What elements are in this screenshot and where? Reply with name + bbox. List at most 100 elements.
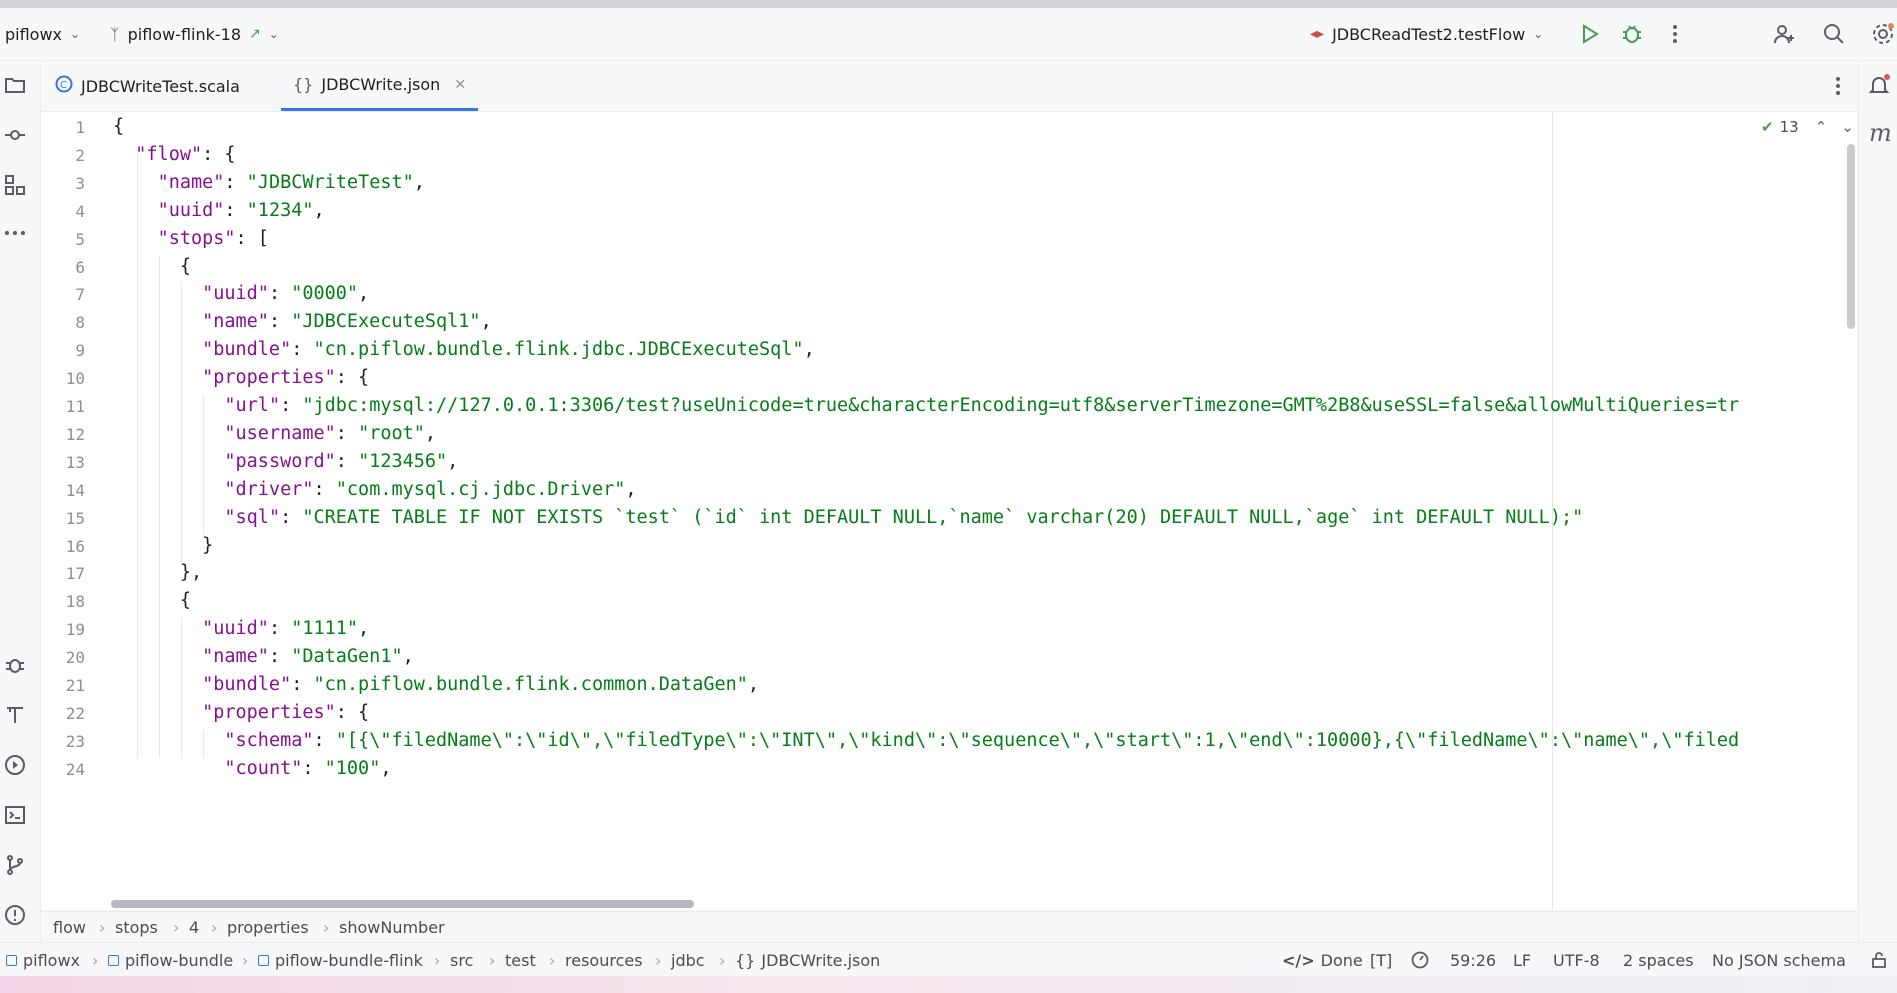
- code-line[interactable]: "properties": {: [113, 702, 369, 723]
- indent-guide: [159, 255, 160, 758]
- path-label: jdbc: [671, 950, 705, 970]
- code-line[interactable]: "flow": {: [113, 144, 235, 165]
- module-icon: [6, 954, 17, 966]
- path-item[interactable]: src: [450, 943, 473, 977]
- code-line[interactable]: "url": "jdbc:mysql://127.0.0.1:3306/test…: [113, 395, 1739, 416]
- inspection-widget[interactable]: ✔ 13 ⌃ ⌄: [1761, 118, 1854, 136]
- horizontal-scrollbar[interactable]: [111, 900, 694, 908]
- arrow-up-right-icon: ↗: [249, 26, 261, 42]
- close-icon[interactable]: ✕: [454, 77, 466, 93]
- code-line[interactable]: "name": "JDBCExecuteSql1",: [113, 311, 492, 332]
- code-line[interactable]: }: [113, 535, 213, 556]
- line-separator[interactable]: LF: [1513, 943, 1531, 977]
- branch-selector[interactable]: ᛉ piflow-flink-18 ↗ ⌄: [110, 8, 279, 60]
- code-line[interactable]: {: [113, 256, 191, 277]
- power-save-icon[interactable]: [1410, 943, 1430, 977]
- line-number: 15: [65, 508, 85, 528]
- line-number: 9: [75, 341, 85, 361]
- folder-icon[interactable]: [3, 73, 27, 97]
- main-toolbar: piflowx ⌄ ᛉ piflow-flink-18 ↗ ⌄ ◂▸ JDBCR…: [0, 8, 1897, 61]
- path-item[interactable]: test: [505, 943, 536, 977]
- json-schema-selector[interactable]: No JSON schema: [1712, 943, 1846, 977]
- module-icon: [258, 954, 269, 966]
- indent-guide: [137, 143, 138, 758]
- code-line[interactable]: "properties": {: [113, 367, 369, 388]
- run-icon[interactable]: [1578, 22, 1602, 46]
- code-line[interactable]: "schema": "[{\"filedName\":\"id\",\"file…: [113, 730, 1739, 751]
- line-number: 7: [75, 285, 85, 305]
- path-item[interactable]: piflow-bundle-flink: [258, 943, 423, 977]
- chevron-down-icon[interactable]: ⌄: [1841, 118, 1854, 136]
- vertical-scrollbar[interactable]: [1847, 144, 1855, 329]
- ai-status[interactable]: </> Done: [1282, 943, 1363, 977]
- breadcrumb-separator: ›: [173, 917, 180, 937]
- notifications-bell-icon[interactable]: [1867, 73, 1891, 97]
- structure-icon[interactable]: [3, 173, 27, 197]
- run-config-selector[interactable]: ◂▸ JDBCReadTest2.testFlow ⌄: [1310, 8, 1543, 60]
- line-number: 6: [75, 257, 85, 277]
- add-user-icon[interactable]: [1772, 22, 1796, 46]
- status-bar: piflowx › piflow-bundle › piflow-bundle-flin…: [0, 942, 1897, 977]
- code-line[interactable]: {: [113, 116, 124, 137]
- tab-jdbcwritetest-scala[interactable]: C JDBCWriteTest.scala: [55, 61, 240, 111]
- code-line[interactable]: "uuid": "1234",: [113, 200, 325, 221]
- problems-icon[interactable]: [3, 903, 27, 927]
- line-number: 20: [65, 648, 85, 668]
- test-config-icon: ◂▸: [1310, 26, 1325, 42]
- breadcrumb-item[interactable]: 4: [189, 912, 199, 942]
- search-icon[interactable]: [1822, 22, 1846, 46]
- tab-jdbcwrite-json[interactable]: {} JDBCWrite.json ✕: [281, 61, 479, 111]
- path-item[interactable]: jdbc: [671, 943, 705, 977]
- breadcrumb-item[interactable]: flow: [53, 912, 86, 942]
- build-hammer-icon[interactable]: [3, 703, 27, 727]
- code-line[interactable]: {: [113, 590, 191, 611]
- json-breadcrumbs: flow › stops › 4 › properties › showNumb…: [41, 911, 1857, 942]
- chevron-up-icon[interactable]: ⌃: [1815, 118, 1828, 136]
- more-vertical-icon[interactable]: [1663, 22, 1687, 46]
- path-label: resources: [565, 950, 643, 970]
- path-item[interactable]: resources: [565, 943, 643, 977]
- caret-position[interactable]: 59:26: [1450, 943, 1496, 977]
- left-tool-bar: [0, 61, 41, 941]
- commit-icon[interactable]: [3, 123, 27, 147]
- branch-name: piflow-flink-18: [127, 24, 241, 44]
- code-line[interactable]: "username": "root",: [113, 423, 436, 444]
- file-encoding[interactable]: UTF-8: [1553, 943, 1600, 977]
- git-icon[interactable]: [3, 853, 27, 877]
- code-line[interactable]: "sql": "CREATE TABLE IF NOT EXISTS `test…: [113, 507, 1583, 528]
- more-horizontal-icon[interactable]: [3, 221, 27, 245]
- code-line[interactable]: "bundle": "cn.piflow.bundle.flink.jdbc.J…: [113, 339, 815, 360]
- debug-icon[interactable]: [1620, 22, 1644, 46]
- settings-gear-icon[interactable]: [1871, 22, 1895, 46]
- path-item[interactable]: piflow-bundle: [108, 943, 233, 977]
- problems-count: 13: [1779, 118, 1799, 136]
- breadcrumb-item[interactable]: stops: [115, 912, 158, 942]
- path-label: piflow-bundle: [125, 950, 234, 970]
- maven-m-icon[interactable]: m: [1869, 119, 1893, 147]
- tab-options-icon[interactable]: [1826, 74, 1850, 102]
- t-indicator[interactable]: [T]: [1370, 943, 1392, 977]
- code-line[interactable]: "uuid": "0000",: [113, 283, 369, 304]
- path-label: JDBCWrite.json: [761, 950, 881, 970]
- code-line[interactable]: },: [113, 562, 202, 583]
- code-line[interactable]: "name": "JDBCWriteTest",: [113, 172, 425, 193]
- unlock-icon[interactable]: [1870, 943, 1888, 977]
- code-line[interactable]: "bundle": "cn.piflow.bundle.flink.common…: [113, 674, 759, 695]
- code-line[interactable]: "uuid": "1111",: [113, 618, 369, 639]
- code-editor[interactable]: 1 2 3 4 5 6 7 8 9 10 11 12 13 14 15 16 17 18 19 20 21 22 23 24 …: [41, 112, 1857, 910]
- path-item[interactable]: piflowx: [6, 943, 80, 977]
- debug-bug-icon[interactable]: [3, 653, 27, 677]
- path-item[interactable]: {} JDBCWrite.json: [735, 943, 880, 977]
- path-separator: ›: [242, 950, 249, 970]
- terminal-icon[interactable]: [3, 803, 27, 827]
- project-selector[interactable]: piflowx ⌄: [5, 8, 80, 60]
- breadcrumb-item[interactable]: showNumber: [339, 912, 445, 942]
- indent-setting[interactable]: 2 spaces: [1623, 943, 1694, 977]
- code-line[interactable]: "driver": "com.mysql.cj.jdbc.Driver",: [113, 479, 636, 500]
- services-icon[interactable]: [3, 753, 27, 777]
- breadcrumb-item[interactable]: properties: [227, 912, 309, 942]
- line-number: 10: [65, 369, 85, 389]
- code-line[interactable]: "password": "123456",: [113, 451, 458, 472]
- line-number: 2: [75, 145, 85, 165]
- code-line[interactable]: "count": "100",: [113, 758, 391, 779]
